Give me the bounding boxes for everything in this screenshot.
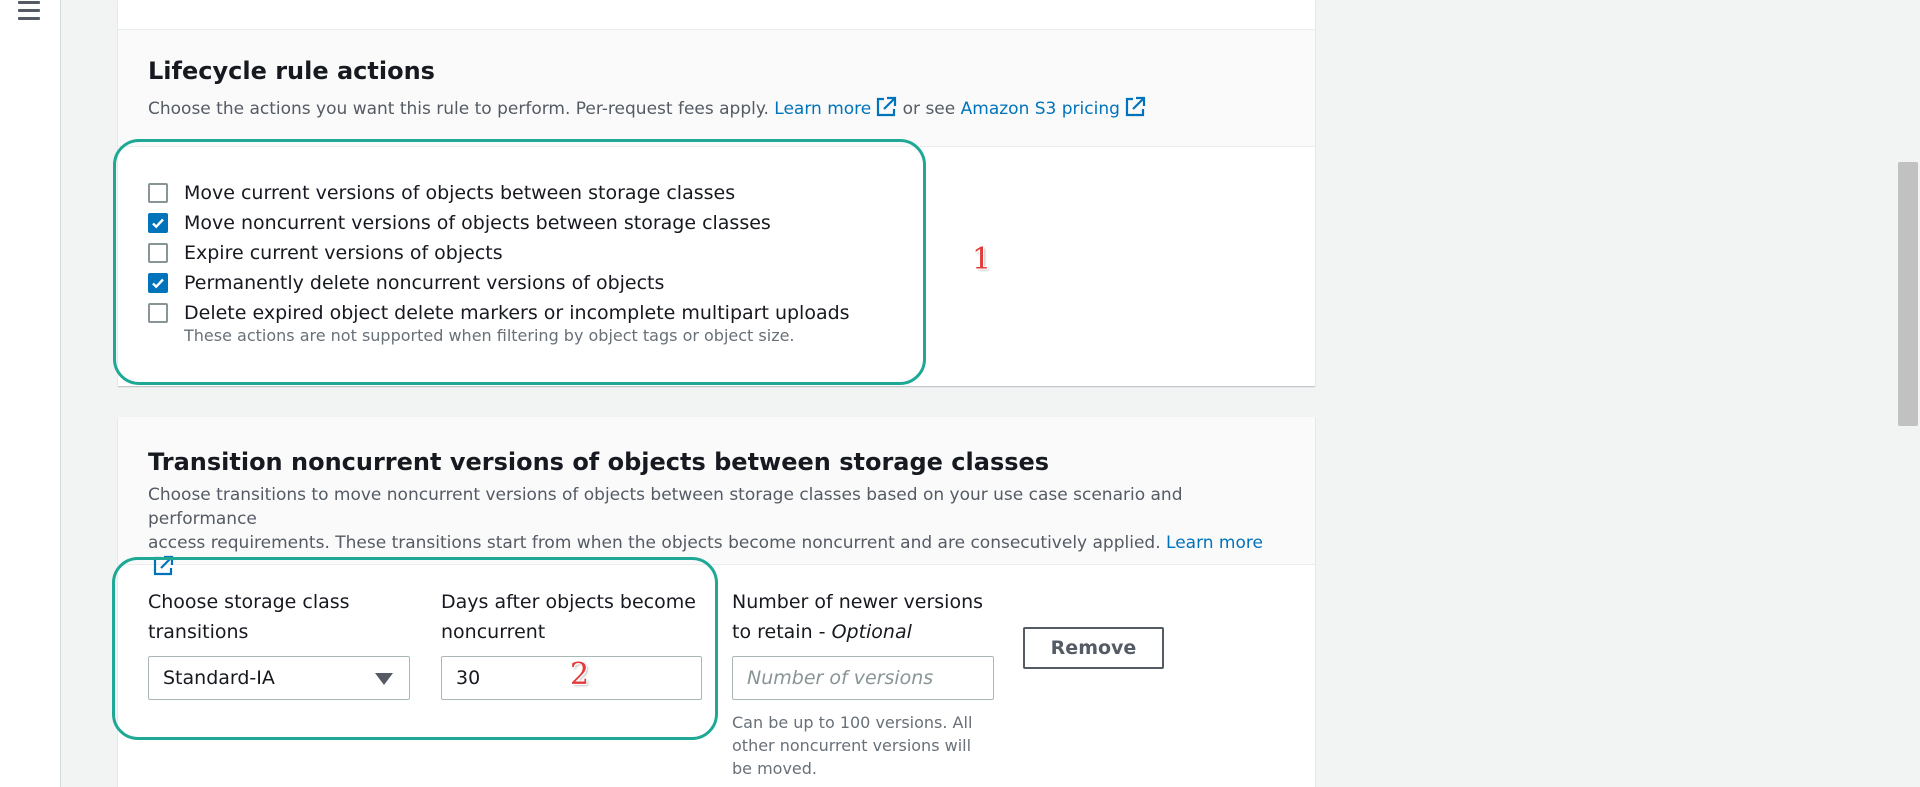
- s3-pricing-link[interactable]: Amazon S3 pricing: [961, 99, 1120, 119]
- page-scrollbar[interactable]: [1896, 0, 1920, 787]
- annotation-number-2: 2: [570, 657, 590, 692]
- transition-description-line2: access requirements. These transitions s…: [148, 533, 1161, 553]
- lifecycle-description-text: Choose the actions you want this rule to…: [148, 99, 769, 119]
- versions-placeholder: Number of versions: [747, 667, 934, 689]
- lifecycle-title: Lifecycle rule actions: [148, 57, 435, 85]
- remove-button[interactable]: Remove: [1023, 627, 1164, 669]
- newer-versions-field: Number of newer versions to retain - Opt…: [732, 587, 994, 778]
- highlight-box-transition-fields: [112, 557, 718, 740]
- learn-more-link[interactable]: Learn more: [774, 99, 871, 119]
- scrollbar-thumb[interactable]: [1898, 162, 1918, 426]
- versions-hint-line1: Can be up to 100 versions. All: [732, 713, 973, 732]
- previous-panel-bottom: [118, 0, 1315, 30]
- or-see-text: or see: [902, 99, 956, 119]
- external-link-icon[interactable]: [875, 96, 897, 118]
- versions-label-line2: to retain -: [732, 621, 826, 643]
- lifecycle-panel-header: Lifecycle rule actions Choose the action…: [118, 30, 1315, 147]
- newer-versions-label: Number of newer versions to retain - Opt…: [732, 587, 994, 647]
- lifecycle-description: Choose the actions you want this rule to…: [148, 96, 1285, 121]
- versions-hint: Can be up to 100 versions. All other non…: [732, 711, 994, 780]
- external-link-icon[interactable]: [1124, 96, 1146, 118]
- newer-versions-input[interactable]: Number of versions: [732, 656, 994, 700]
- highlight-box-actions: [113, 139, 926, 385]
- optional-label: Optional: [831, 621, 912, 643]
- versions-label-line1: Number of newer versions: [732, 591, 984, 613]
- transition-panel-header: Transition noncurrent versions of object…: [118, 417, 1315, 576]
- versions-hint-line3: be moved.: [732, 759, 818, 778]
- annotation-number-1: 1: [972, 242, 992, 277]
- side-navigation-strip: [0, 0, 61, 787]
- transition-description-line1: Choose transitions to move noncurrent ve…: [148, 485, 1183, 529]
- versions-hint-line2: other noncurrent versions will: [732, 736, 972, 755]
- menu-icon[interactable]: [18, 0, 42, 22]
- learn-more-link[interactable]: Learn more: [1166, 533, 1263, 553]
- transition-title: Transition noncurrent versions of object…: [148, 448, 1050, 476]
